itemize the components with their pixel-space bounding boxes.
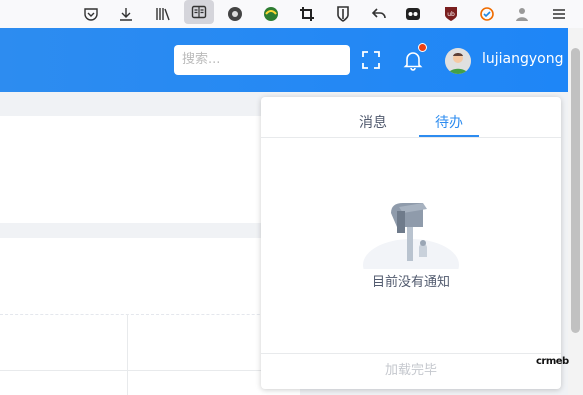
empty-text: 目前没有通知: [371, 275, 450, 290]
notification-badge: [418, 43, 427, 52]
library-icon[interactable]: [148, 0, 178, 28]
download-icon[interactable]: [111, 0, 141, 28]
page-scrollbar[interactable]: [568, 28, 583, 395]
pocket-icon[interactable]: [76, 0, 106, 28]
load-status: 加载完毕: [261, 353, 561, 389]
extension-icon[interactable]: [256, 0, 286, 28]
menu-icon[interactable]: [544, 0, 574, 28]
tab-todo[interactable]: 待办: [435, 112, 463, 132]
extension-icon[interactable]: [507, 0, 537, 28]
svg-text:ub: ub: [447, 11, 455, 18]
back-reply-icon[interactable]: [364, 0, 394, 28]
brand-watermark: crmeb: [536, 356, 569, 367]
tab-messages[interactable]: 消息: [359, 112, 387, 132]
content-card: [0, 238, 300, 395]
extension-icon[interactable]: [220, 0, 250, 28]
bell-icon[interactable]: [402, 49, 424, 71]
browser-toolbar: ub: [0, 0, 583, 28]
notification-panel: 消息 待办 目前没有通知 加载完毕: [261, 97, 561, 389]
avatar[interactable]: [445, 48, 471, 74]
tab-active-indicator: [419, 135, 479, 137]
username[interactable]: lujiangyong: [482, 51, 564, 67]
reader-view-icon[interactable]: [184, 0, 214, 24]
notification-tabs: 消息 待办: [261, 97, 561, 138]
extension-icon[interactable]: [398, 0, 428, 28]
extension-icon[interactable]: [472, 0, 502, 28]
ublock-icon[interactable]: ub: [436, 0, 466, 28]
fullscreen-icon[interactable]: [360, 49, 382, 71]
search-input[interactable]: 搜索...: [174, 45, 350, 75]
content-card: [0, 116, 300, 223]
bitwarden-icon[interactable]: [328, 0, 358, 28]
empty-mailbox-icon: [361, 197, 461, 291]
crop-icon[interactable]: [292, 0, 322, 28]
